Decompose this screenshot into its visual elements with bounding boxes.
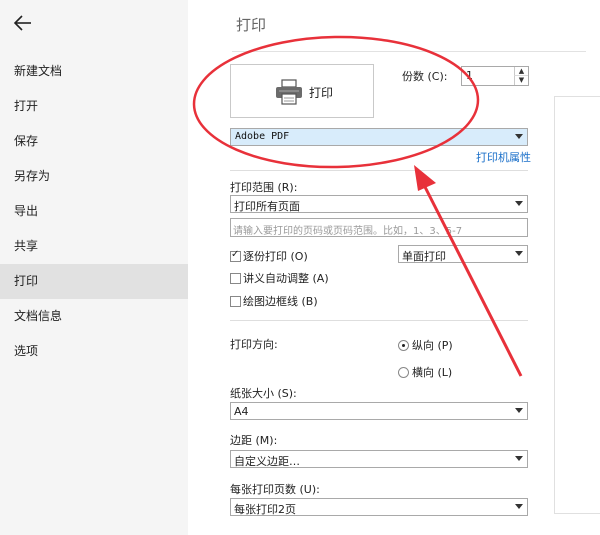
page-title: 打印 xyxy=(236,16,267,34)
chevron-down-icon xyxy=(515,504,523,509)
portrait-label: 纵向 (P) xyxy=(412,339,453,352)
border-label: 绘图边框线 (B) xyxy=(243,295,318,308)
print-range-value: 打印所有页面 xyxy=(234,200,300,213)
paper-size-value: A4 xyxy=(234,405,249,418)
checkbox-icon[interactable] xyxy=(230,249,241,262)
sides-select[interactable]: 单面打印 xyxy=(398,245,528,263)
printer-value: Adobe PDF xyxy=(235,131,290,142)
radio-icon[interactable] xyxy=(398,340,409,351)
portrait-radio[interactable]: 纵向 (P) xyxy=(398,337,453,353)
sidebar-item-share[interactable]: 共享 xyxy=(0,229,188,264)
sidebar-item-options[interactable]: 选项 xyxy=(0,334,188,369)
orientation-label: 打印方向: xyxy=(230,338,278,351)
chevron-down-icon xyxy=(515,408,523,413)
collate-label: 逐份打印 (O) xyxy=(243,250,308,263)
sides-value: 单面打印 xyxy=(402,250,446,263)
sidebar-item-save-as[interactable]: 另存为 xyxy=(0,159,188,194)
sidebar-item-new[interactable]: 新建文档 xyxy=(0,54,188,89)
print-preview xyxy=(554,96,600,514)
sidebar-item-doc-info[interactable]: 文档信息 xyxy=(0,299,188,334)
print-button-label: 打印 xyxy=(309,86,334,100)
copies-label: 份数 (C): xyxy=(402,70,448,83)
handout-checkbox[interactable]: 讲义自动调整 (A) xyxy=(230,270,329,285)
collate-checkbox[interactable]: 逐份打印 (O) xyxy=(230,248,308,263)
margins-label: 边距 (M): xyxy=(230,434,278,447)
checkbox-icon[interactable] xyxy=(230,296,241,307)
divider xyxy=(230,170,528,171)
paper-size-label: 纸张大小 (S): xyxy=(230,387,297,400)
paper-size-select[interactable]: A4 xyxy=(230,402,528,420)
sidebar-item-export[interactable]: 导出 xyxy=(0,194,188,229)
print-range-label: 打印范围 (R): xyxy=(230,181,298,194)
printer-properties-link[interactable]: 打印机属性 xyxy=(476,149,531,165)
printer-icon xyxy=(275,79,303,108)
sidebar-item-open[interactable]: 打开 xyxy=(0,89,188,124)
landscape-radio[interactable]: 横向 (L) xyxy=(398,364,452,380)
divider xyxy=(232,51,586,52)
sidebar-item-save[interactable]: 保存 xyxy=(0,124,188,159)
divider xyxy=(230,320,528,321)
decrement-icon[interactable]: ▼ xyxy=(514,76,528,85)
pages-per-sheet-value: 每张打印2页 xyxy=(234,503,296,516)
copies-value[interactable]: 1 xyxy=(466,69,473,82)
printer-select[interactable]: Adobe PDF xyxy=(230,128,528,146)
sidebar: 新建文档 打开 保存 另存为 导出 共享 打印 文档信息 选项 xyxy=(0,0,188,535)
sidebar-item-print[interactable]: 打印 xyxy=(0,264,188,299)
page-range-input[interactable]: 请输入要打印的页码或页码范围。比如，1、3、5-7 xyxy=(230,218,528,237)
chevron-down-icon xyxy=(515,456,523,461)
checkbox-icon[interactable] xyxy=(230,273,241,284)
chevron-down-icon xyxy=(515,201,523,206)
print-button[interactable]: 打印 xyxy=(230,64,374,118)
chevron-down-icon xyxy=(515,251,523,256)
margins-select[interactable]: 自定义边距… xyxy=(230,450,528,468)
border-checkbox[interactable]: 绘图边框线 (B) xyxy=(230,293,318,308)
radio-icon[interactable] xyxy=(398,367,409,378)
landscape-label: 横向 (L) xyxy=(412,366,453,379)
handout-label: 讲义自动调整 (A) xyxy=(243,272,329,285)
back-arrow-icon[interactable] xyxy=(12,12,34,34)
pages-per-sheet-label: 每张打印页数 (U): xyxy=(230,483,320,496)
increment-icon[interactable]: ▲ xyxy=(514,67,528,76)
print-range-select[interactable]: 打印所有页面 xyxy=(230,195,528,213)
chevron-down-icon xyxy=(515,134,523,139)
pages-per-sheet-select[interactable]: 每张打印2页 xyxy=(230,498,528,516)
copies-stepper[interactable]: 1 ▲ ▼ xyxy=(461,66,529,86)
print-panel: 打印 打印 份数 (C): 1 ▲ ▼ Adobe PDF 打印机属性 打印范围… xyxy=(188,0,600,535)
margins-value: 自定义边距… xyxy=(234,455,300,468)
